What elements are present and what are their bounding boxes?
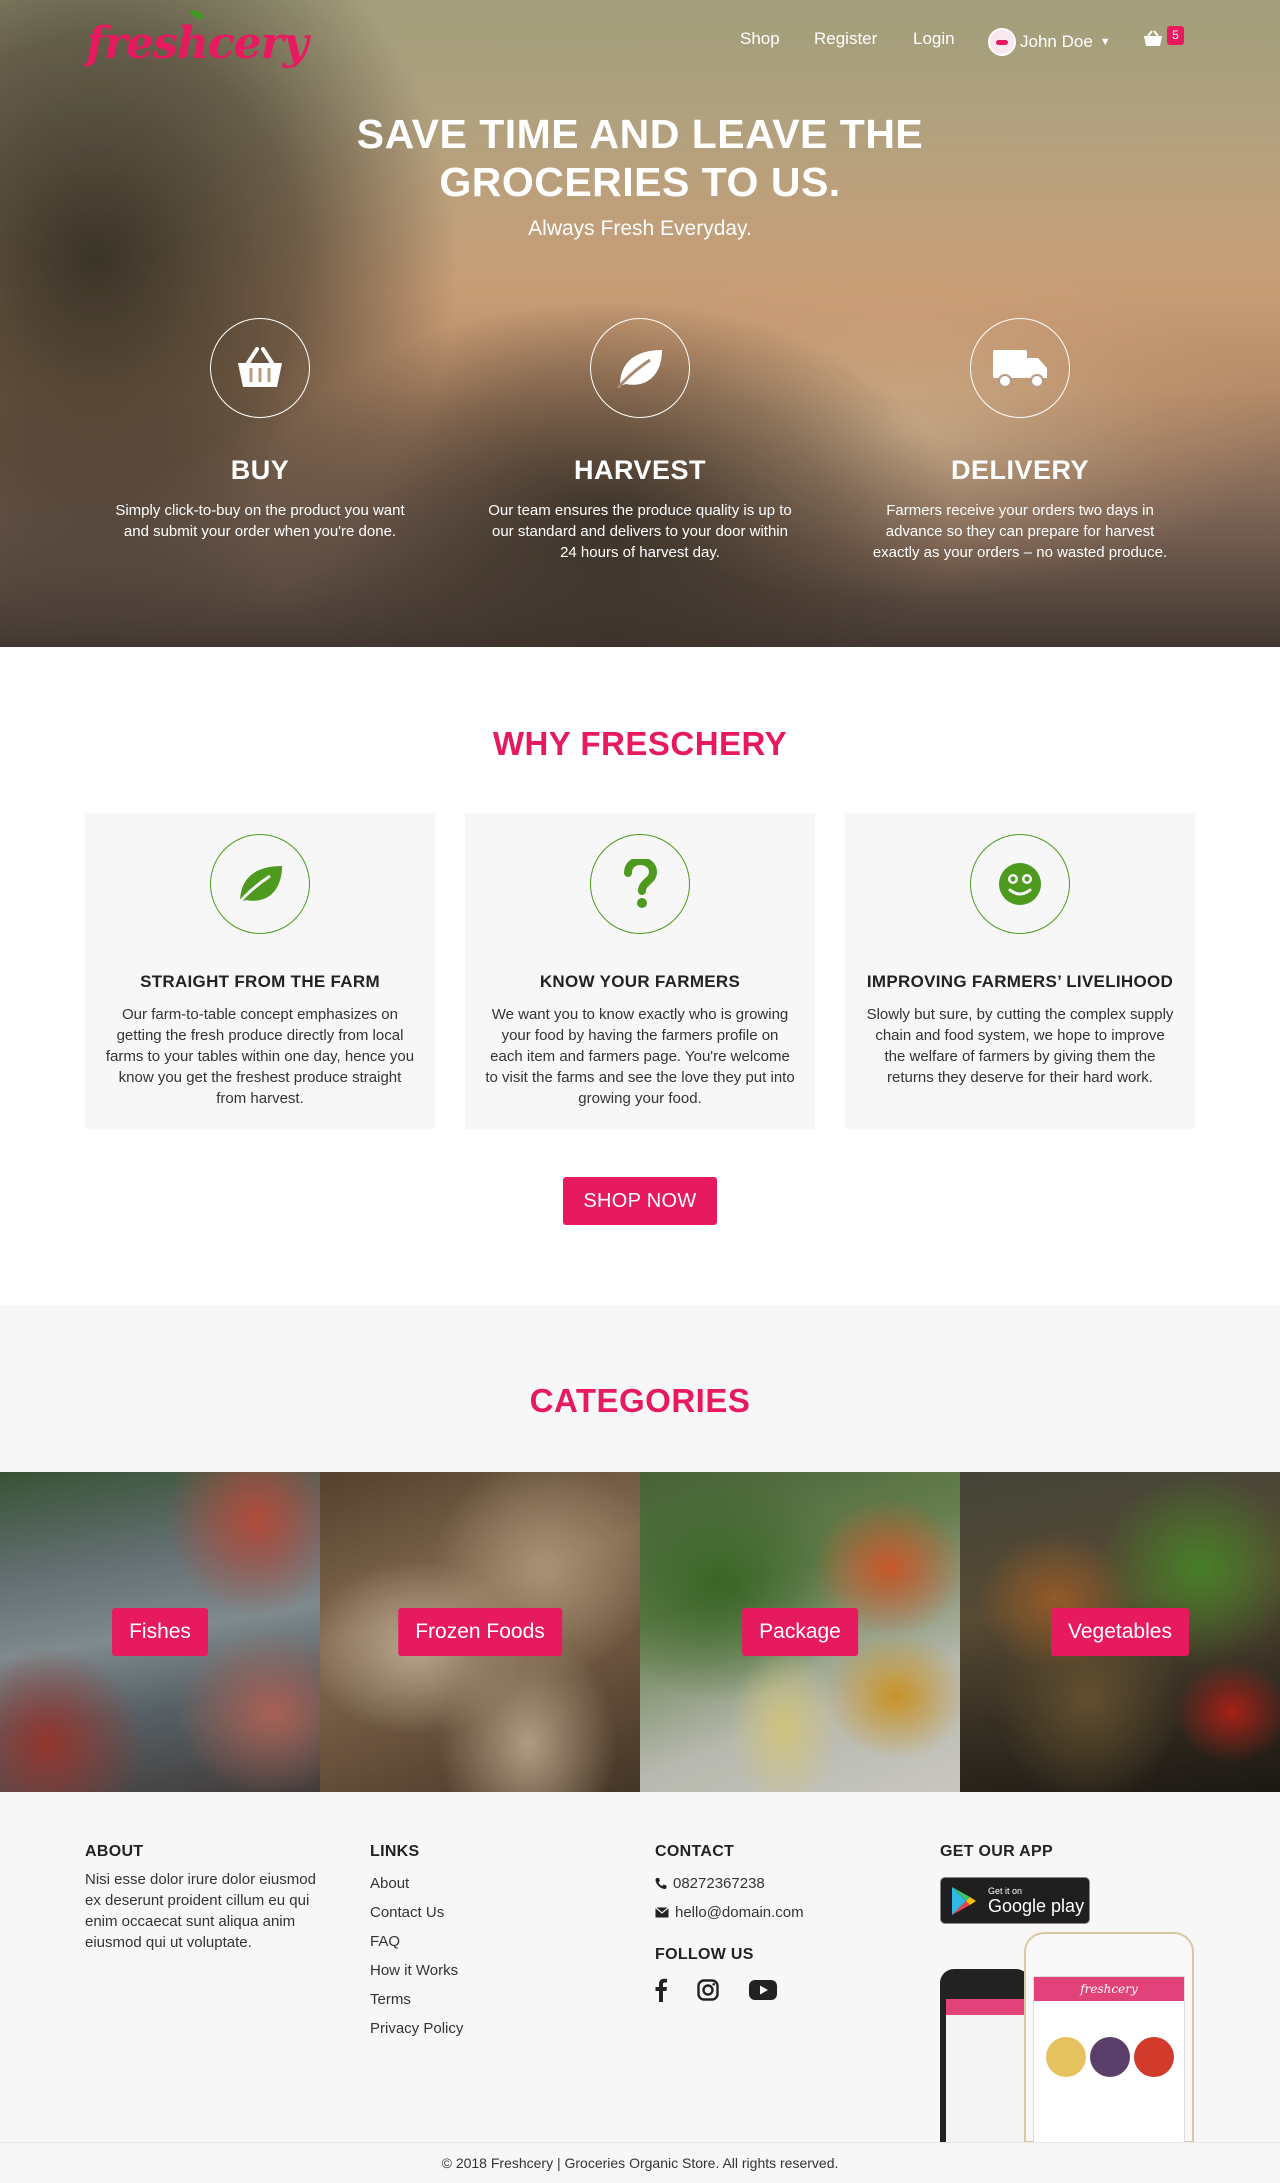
- social-links: [655, 1978, 804, 2006]
- app-phone-mockup-back: [940, 1969, 1030, 2143]
- leaf-icon: [616, 350, 662, 389]
- footer-app-title: GET OUR APP: [940, 1843, 1053, 1860]
- google-play-icon: [952, 1886, 976, 1915]
- feature-harvest: HARVEST Our team ensures the produce qua…: [480, 318, 800, 563]
- category-tile-frozen-foods[interactable]: Frozen Foods: [320, 1472, 640, 1792]
- footer-link-how-it-works[interactable]: How it Works: [370, 1962, 458, 1979]
- navbar: freshcery Shop Register Login John Doe ▼…: [0, 0, 1280, 84]
- footer-link-about[interactable]: About: [370, 1875, 409, 1892]
- app-phone-mockup-front: freshcery: [1024, 1932, 1194, 2145]
- user-menu[interactable]: John Doe ▼: [988, 28, 1111, 56]
- contact-email[interactable]: hello@domain.com: [655, 1898, 804, 1927]
- why-card-title: STRAIGHT FROM THE FARM: [140, 972, 380, 991]
- feature-title: HARVEST: [573, 455, 707, 485]
- basket-icon: [238, 347, 282, 387]
- category-tile-vegetables[interactable]: Vegetables: [960, 1472, 1280, 1792]
- basket-icon: [1144, 30, 1162, 46]
- category-button-vegetables[interactable]: Vegetables: [1051, 1608, 1189, 1656]
- truck-icon: [993, 350, 1047, 388]
- google-play-big-text: Google play: [988, 1895, 1085, 1916]
- footer-links: LINKS About Contact Us FAQ How it Works …: [370, 1843, 463, 2043]
- envelope-icon: [655, 1907, 669, 1918]
- google-play-badge[interactable]: Get it on Google play: [940, 1877, 1090, 1924]
- why-card-title: IMPROVING FARMERS’ LIVELIHOOD: [866, 972, 1174, 991]
- why-card-farmers: KNOW YOUR FARMERS We want you to know ex…: [465, 813, 815, 1129]
- hero-title: SAVE TIME AND LEAVE THE GROCERIES TO US.: [240, 110, 1040, 206]
- avatar: [988, 28, 1016, 56]
- hero-title-line-1: SAVE TIME AND LEAVE THE: [356, 111, 924, 157]
- user-name: John Doe: [1020, 32, 1093, 51]
- footer-app: GET OUR APP: [940, 1843, 1053, 1861]
- youtube-icon[interactable]: [749, 1980, 777, 2004]
- why-card-text: Our farm-to-table concept emphasizes on …: [105, 1006, 415, 1107]
- instagram-icon[interactable]: [697, 1979, 719, 2005]
- feature-text: Farmers receive your orders two days in …: [872, 502, 1168, 561]
- footer-contact-title: CONTACT: [655, 1843, 735, 1860]
- app-screen-logo: freshcery: [1034, 1977, 1184, 2001]
- footer-about: ABOUT Nisi esse dolor irure dolor eiusmo…: [85, 1843, 335, 1953]
- feature-title: BUY: [230, 455, 290, 485]
- phone-icon: [655, 1877, 667, 1890]
- why-card-text: We want you to know exactly who is growi…: [485, 1006, 795, 1107]
- feature-text: Simply click-to-buy on the product you w…: [115, 502, 405, 540]
- why-card-title: KNOW YOUR FARMERS: [539, 972, 741, 991]
- footer-link-terms[interactable]: Terms: [370, 1991, 411, 2008]
- nav-shop-link[interactable]: Shop: [740, 29, 780, 49]
- category-button-fishes[interactable]: Fishes: [112, 1608, 208, 1656]
- google-play-small-text: Get it on: [988, 1885, 1023, 1896]
- footer-link-privacy[interactable]: Privacy Policy: [370, 2020, 463, 2037]
- footer-links-list: About Contact Us FAQ How it Works Terms …: [370, 1869, 463, 2043]
- shop-now-button[interactable]: SHOP NOW: [563, 1177, 717, 1225]
- feature-buy: BUY Simply click-to-buy on the product y…: [100, 318, 420, 542]
- why-title: WHY FRESCHERY: [492, 725, 788, 762]
- footer-follow-title: FOLLOW US: [655, 1946, 754, 1963]
- app-product-image: [1090, 2037, 1130, 2077]
- nav-register-link[interactable]: Register: [814, 29, 877, 49]
- feature-delivery: DELIVERY Farmers receive your orders two…: [860, 318, 1180, 563]
- footer-link-contact[interactable]: Contact Us: [370, 1904, 444, 1921]
- feature-text: Our team ensures the produce quality is …: [488, 502, 792, 561]
- why-card-farm: STRAIGHT FROM THE FARM Our farm-to-table…: [85, 813, 435, 1129]
- smile-icon: [999, 863, 1041, 905]
- footer-about-title: ABOUT: [85, 1843, 144, 1860]
- facebook-icon[interactable]: [655, 1978, 667, 2006]
- footer-links-title: LINKS: [370, 1843, 420, 1860]
- footer-about-text: Nisi esse dolor irure dolor eiusmod ex d…: [85, 1871, 316, 1951]
- chevron-down-icon: ▼: [1099, 36, 1111, 48]
- category-button-frozen-foods[interactable]: Frozen Foods: [398, 1608, 562, 1656]
- why-card-text: Slowly but sure, by cutting the complex …: [866, 1006, 1174, 1086]
- hero-subtitle: Always Fresh Everyday.: [528, 217, 752, 240]
- feature-title: DELIVERY: [950, 455, 1090, 485]
- footer-contact: CONTACT 08272367238 hello@domain.com FOL…: [655, 1843, 804, 2006]
- categories-title: CATEGORIES: [529, 1382, 751, 1419]
- footer-link-faq[interactable]: FAQ: [370, 1933, 400, 1950]
- contact-phone[interactable]: 08272367238: [655, 1869, 804, 1898]
- hero-title-line-2: GROCERIES TO US.: [439, 159, 841, 205]
- hero-section: freshcery Shop Register Login John Doe ▼…: [0, 0, 1280, 647]
- leaf-icon: [236, 866, 282, 905]
- app-product-image: [1134, 2037, 1174, 2077]
- nav-login-link[interactable]: Login: [913, 29, 955, 49]
- cart-button[interactable]: [1143, 30, 1165, 50]
- category-tile-package[interactable]: Package: [640, 1472, 960, 1792]
- why-card-livelihood: IMPROVING FARMERS’ LIVELIHOOD Slowly but…: [845, 813, 1195, 1129]
- copyright: © 2018 Freshcery | Groceries Organic Sto…: [0, 2142, 1280, 2183]
- app-product-image: [1046, 2037, 1086, 2077]
- category-button-package[interactable]: Package: [742, 1608, 858, 1656]
- logo[interactable]: freshcery: [86, 10, 308, 69]
- question-icon: [624, 859, 657, 908]
- category-tile-fishes[interactable]: Fishes: [0, 1472, 320, 1792]
- cart-count-badge: 5: [1167, 26, 1184, 45]
